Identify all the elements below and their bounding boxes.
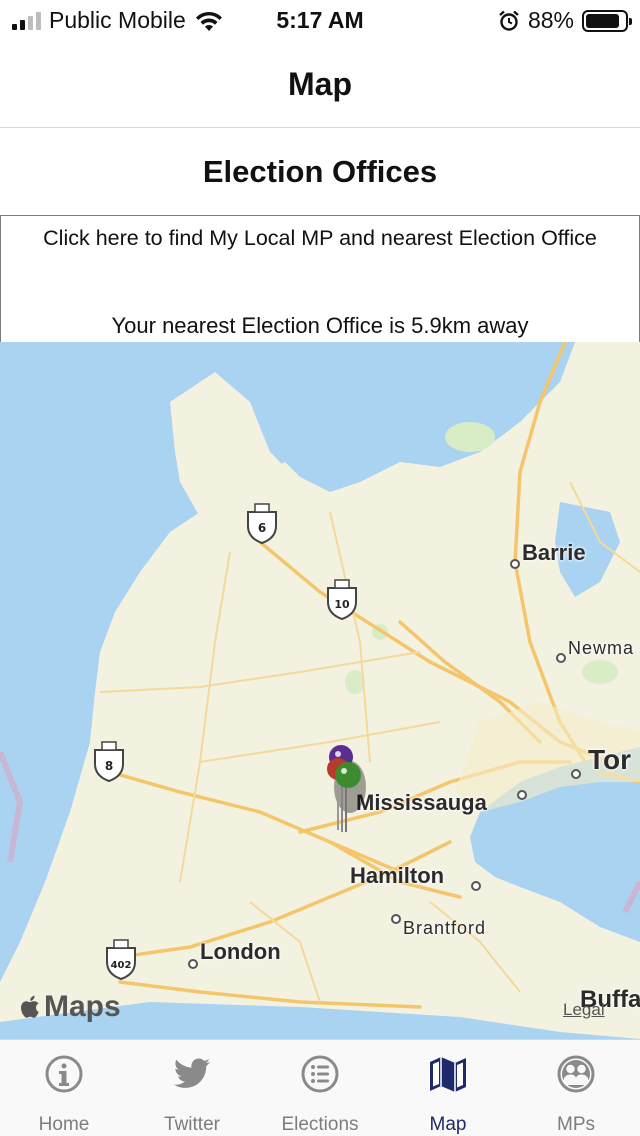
tab-map[interactable]: Map	[384, 1040, 512, 1136]
folded-map-icon	[430, 1057, 466, 1092]
tab-twitter[interactable]: Twitter	[128, 1040, 256, 1136]
hamilton-dot	[471, 881, 481, 891]
london-dot	[188, 959, 198, 969]
tab-twitter-label: Twitter	[164, 1114, 220, 1135]
tab-map-label: Map	[429, 1114, 467, 1135]
highway-8-label: 8	[105, 759, 113, 773]
maps-attribution-text: Maps	[44, 990, 121, 1023]
city-label-newmarket: Newma	[568, 638, 635, 658]
highway-402-label: 402	[111, 960, 132, 971]
highway-10-label: 10	[334, 598, 350, 611]
battery-percent: 88%	[527, 7, 574, 33]
barrie-dot	[510, 559, 520, 569]
status-bar: Public Mobile 5:17 AM 88%	[0, 0, 640, 40]
apple-logo-icon	[20, 995, 39, 1018]
alarm-clock-icon	[499, 10, 519, 31]
map-base	[0, 342, 640, 1039]
highway-10-shield: 10	[325, 578, 359, 621]
page-title: Map	[0, 40, 640, 128]
newmarket-dot	[556, 653, 566, 663]
find-local-mp-link[interactable]: Click here to find My Local MP and neare…	[0, 226, 640, 251]
city-label-barrie: Barrie	[522, 540, 586, 565]
battery-icon	[582, 9, 632, 32]
tab-home-label: Home	[38, 1114, 90, 1135]
legal-link[interactable]: Legal	[563, 1000, 605, 1020]
city-label-mississauga: Mississauga	[356, 790, 487, 815]
people-circle-icon	[557, 1055, 595, 1093]
city-label-london: London	[200, 939, 281, 964]
mississauga-dot	[517, 790, 527, 800]
maps-attribution: Maps	[20, 990, 121, 1024]
highway-8-shield: 8	[92, 740, 126, 783]
highway-402-shield: 402	[104, 938, 138, 981]
tab-home[interactable]: Home	[0, 1040, 128, 1136]
map-view[interactable]: 6 10 8 402 Barrie Newma Tor Mississauga …	[0, 342, 640, 1039]
city-label-hamilton: Hamilton	[350, 863, 445, 888]
brantford-dot	[391, 914, 401, 924]
pin-green	[335, 762, 361, 788]
election-office-pins[interactable]	[318, 742, 368, 837]
highway-6-shield: 6	[245, 502, 279, 545]
twitter-bird-icon	[174, 1058, 210, 1088]
tab-bar: Home Twitter Elections Map MPs	[0, 1039, 640, 1136]
tab-elections[interactable]: Elections	[256, 1040, 384, 1136]
city-label-toronto: Tor	[588, 744, 632, 775]
tab-mps-label: MPs	[557, 1114, 595, 1135]
tab-elections-label: Elections	[281, 1114, 359, 1135]
nearest-office-distance: Your nearest Election Office is 5.9km aw…	[111, 313, 529, 338]
list-circle-icon	[301, 1055, 339, 1093]
info-circle-icon	[45, 1055, 83, 1093]
highway-6-label: 6	[258, 521, 266, 535]
status-right: 88%	[498, 7, 632, 34]
tab-mps[interactable]: MPs	[512, 1040, 640, 1136]
section-title: Election Offices	[0, 128, 640, 216]
toronto-dot	[571, 769, 581, 779]
city-label-brantford: Brantford	[403, 918, 487, 938]
